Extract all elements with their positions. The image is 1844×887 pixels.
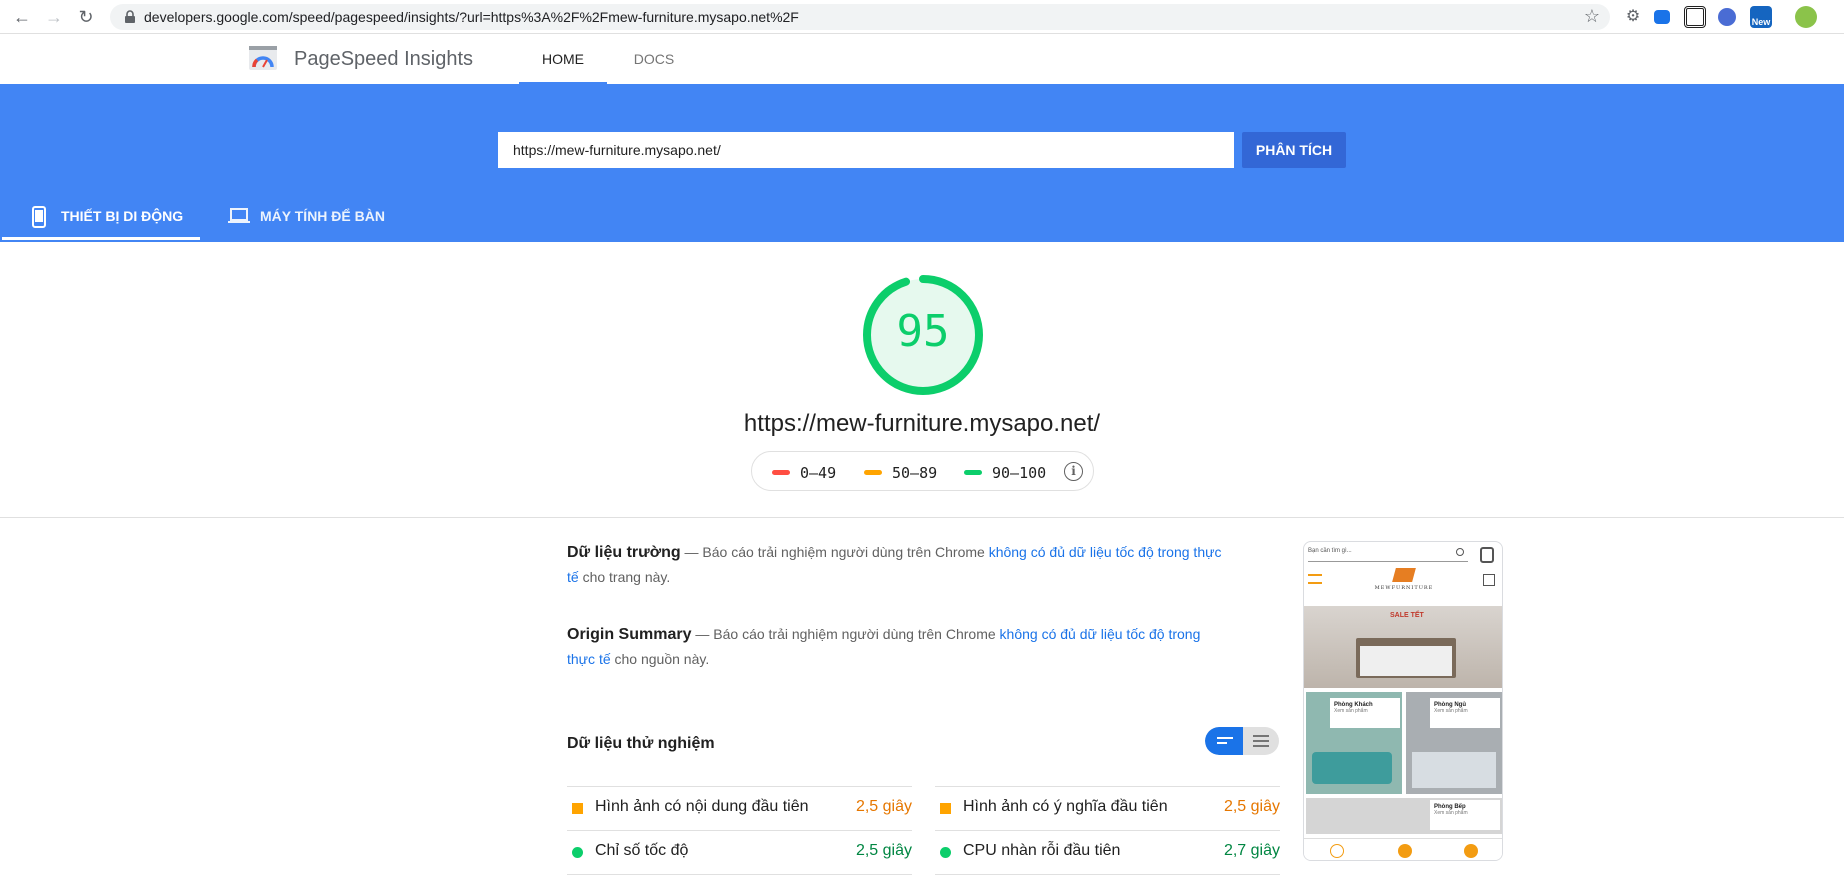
info-extension-icon[interactable] [1718, 8, 1736, 26]
tab-mobile-label: THIẾT BỊ DI ĐỘNG [61, 208, 184, 224]
tab-desktop-label: MÁY TÍNH ĐỂ BÀN [260, 208, 385, 224]
pagespeed-logo-icon [249, 46, 277, 70]
summary-view-button[interactable] [1205, 727, 1243, 755]
address-bar[interactable]: developers.google.com/speed/pagespeed/in… [110, 4, 1610, 30]
average-square-icon [572, 803, 583, 814]
preview-logo-icon [1392, 568, 1416, 582]
tab-home[interactable]: HOME [519, 34, 607, 84]
metric-first-cpu-idle: CPU nhàn rỗi đầu tiên 2,7 giây [935, 830, 1280, 874]
preview-cart-icon [1480, 547, 1494, 563]
browser-toolbar: ← → ↻ developers.google.com/speed/pagesp… [0, 0, 1844, 34]
qr-code-extension-icon[interactable] [1684, 6, 1706, 28]
legend-fail: 0–49 [772, 464, 836, 482]
analyze-button[interactable]: PHÂN TÍCH [1242, 132, 1346, 168]
reload-icon[interactable]: ↻ [76, 7, 96, 27]
legend-fail-marker [772, 470, 790, 475]
preview-living-room: Phòng Khách Xem sản phẩm [1306, 692, 1402, 794]
pass-circle-icon [940, 847, 951, 858]
preview-login-icon [1483, 574, 1495, 586]
psi-header: PageSpeed Insights HOME DOCS [0, 34, 1844, 84]
metric-speed-index: Chỉ số tốc độ 2,5 giây [567, 830, 912, 874]
mobile-phone-icon [32, 206, 46, 228]
laptop-icon [228, 208, 250, 223]
preview-bottom-bar [1304, 838, 1502, 860]
screen-extension-icon[interactable] [1654, 10, 1670, 24]
lock-icon [125, 10, 135, 23]
section-divider [0, 517, 1844, 518]
legend-pass-marker [964, 470, 982, 475]
url-input[interactable]: https://mew-furniture.mysapo.net/ [498, 132, 1234, 168]
tested-url: https://mew-furniture.mysapo.net/ [743, 410, 1101, 437]
legend-average-marker [864, 470, 882, 475]
tab-mobile[interactable]: THIẾT BỊ DI ĐỘNG [2, 192, 200, 240]
field-data-title: Dữ liệu trường [567, 544, 681, 561]
preview-bedroom: Phòng Ngủ Xem sản phẩm [1406, 692, 1502, 794]
preview-brand: MEWFURNITURE [1374, 585, 1434, 591]
back-icon[interactable]: ← [12, 7, 32, 27]
profile-avatar[interactable] [1795, 6, 1817, 28]
app-title: PageSpeed Insights [294, 48, 474, 70]
metric-divider [567, 874, 912, 875]
compact-list-icon [1217, 737, 1233, 744]
address-text: developers.google.com/speed/pagespeed/in… [144, 9, 799, 25]
tab-docs[interactable]: DOCS [614, 34, 694, 84]
mobile-screenshot-preview: Bạn cần tìm gì... MEWFURNITURE SALE TẾT … [1303, 541, 1503, 861]
field-data-section: Dữ liệu trường — Báo cáo trải nghiệm ngư… [567, 544, 1222, 585]
news-extension-icon[interactable]: New [1750, 6, 1772, 28]
origin-summary-title: Origin Summary [567, 626, 692, 643]
preview-chat-icon [1398, 844, 1412, 858]
metric-fmp: Hình ảnh có ý nghĩa đầu tiên 2,5 giây [935, 786, 1280, 830]
preview-kitchen: Phòng Bếp Xem sản phẩm [1306, 798, 1502, 834]
forward-icon[interactable]: → [44, 7, 64, 27]
bookmark-star-icon[interactable]: ☆ [1584, 6, 1600, 27]
preview-search-box: Bạn cần tìm gì... [1308, 548, 1468, 562]
pass-circle-icon [572, 847, 583, 858]
metrics-view-toggle[interactable] [1205, 727, 1279, 755]
tab-desktop[interactable]: MÁY TÍNH ĐỂ BÀN [226, 192, 396, 240]
legend-average: 50–89 [864, 464, 937, 482]
preview-search-icon [1456, 548, 1464, 556]
metric-divider [935, 874, 1280, 875]
performance-score: 95 [896, 306, 950, 357]
preview-phone-icon [1330, 844, 1344, 858]
average-square-icon [940, 803, 951, 814]
preview-zalo-icon [1464, 844, 1478, 858]
preview-banner: SALE TẾT [1304, 606, 1502, 688]
legend-pass: 90–100 [964, 464, 1046, 482]
settings-extension-icon[interactable]: ⚙ [1622, 6, 1644, 28]
metric-fcp: Hình ảnh có nội dung đầu tiên 2,5 giây [567, 786, 912, 830]
preview-menu-icon [1308, 574, 1322, 584]
info-icon[interactable]: i [1064, 462, 1083, 481]
expanded-list-icon[interactable] [1243, 727, 1279, 755]
origin-summary-section: Origin Summary — Báo cáo trải nghiệm ngư… [567, 626, 1201, 667]
score-legend: 0–49 50–89 90–100 i [751, 451, 1094, 491]
lab-data-title: Dữ liệu thử nghiệm [567, 735, 715, 752]
search-band: https://mew-furniture.mysapo.net/ PHÂN T… [0, 84, 1844, 242]
